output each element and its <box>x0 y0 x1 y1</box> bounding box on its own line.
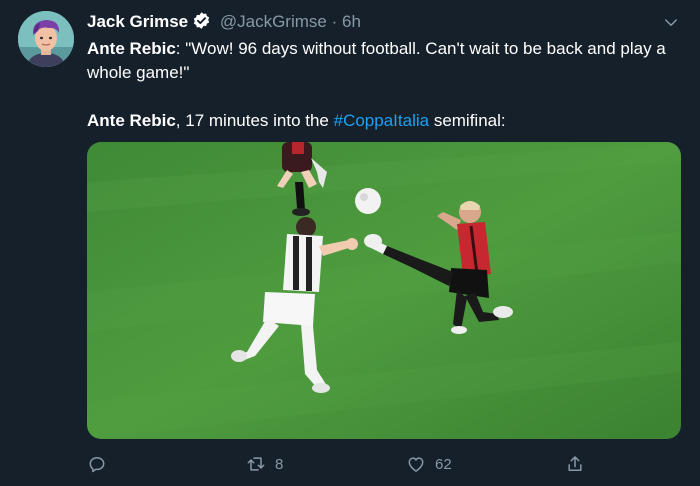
share-icon <box>568 456 582 471</box>
like-count: 62 <box>435 455 452 473</box>
heart-icon <box>408 457 424 472</box>
quote-speaker: Ante Rebic <box>87 39 176 58</box>
verified-badge-icon <box>192 11 211 36</box>
tweet-timestamp[interactable]: 6h <box>342 12 361 31</box>
reply-button[interactable] <box>87 452 107 476</box>
author-handle[interactable]: @JackGrimse <box>220 12 327 31</box>
retweet-icon <box>247 457 265 471</box>
reply-icon <box>89 457 105 473</box>
tweet-paragraph-quote: Ante Rebic: "Wow! 96 days without footba… <box>87 37 677 85</box>
second-tail: semifinal: <box>429 111 506 130</box>
football <box>355 188 381 214</box>
tweet-header: Jack Grimse @JackGrimse · 6h <box>87 11 361 36</box>
retweet-count: 8 <box>275 455 284 473</box>
second-speaker: Ante Rebic <box>87 111 176 130</box>
hashtag-link[interactable]: #CoppaItalia <box>334 111 429 130</box>
like-button[interactable]: 62 <box>405 452 452 476</box>
tweet-media[interactable] <box>87 142 681 439</box>
retweet-button[interactable]: 8 <box>245 452 283 476</box>
football-video-frame <box>87 142 681 439</box>
avatar[interactable] <box>18 11 74 67</box>
tweet[interactable]: Jack Grimse @JackGrimse · 6h Ante Rebic:… <box>0 0 700 486</box>
tweet-actions: 8 62 <box>87 452 587 476</box>
tweet-paragraph-context: Ante Rebic, 17 minutes into the #CoppaIt… <box>87 109 677 133</box>
header-separator: · <box>331 12 338 31</box>
second-text: , 17 minutes into the <box>175 111 334 130</box>
chevron-down-icon[interactable] <box>662 14 680 32</box>
avatar-photo <box>18 11 74 67</box>
share-button[interactable] <box>565 452 585 476</box>
tweet-text: Ante Rebic: "Wow! 96 days without footba… <box>87 37 677 133</box>
author-name[interactable]: Jack Grimse <box>87 12 188 31</box>
